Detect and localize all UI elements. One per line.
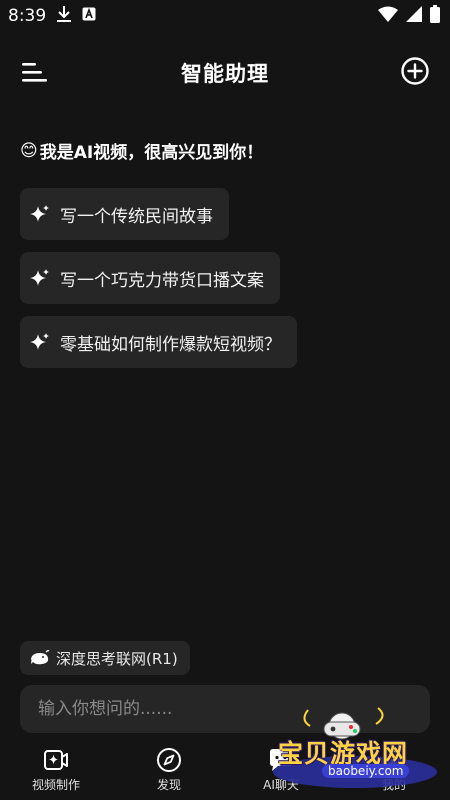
download-icon <box>56 5 72 28</box>
sparkle-icon <box>30 269 49 286</box>
nav-label: AI聊天 <box>263 778 299 792</box>
suggestion-label: 零基础如何制作爆款短视频？ <box>60 334 281 355</box>
suggestion-chip[interactable]: 写一个巧克力带货口播文案 <box>20 252 280 304</box>
greeting: 😊 我是AI视频，很高兴见到你！ <box>20 138 264 164</box>
page-title: 智能助理 <box>181 62 269 86</box>
battery-icon <box>430 4 440 28</box>
status-left: 8:39 <box>8 5 96 28</box>
nav-item-discover[interactable]: 发现 <box>124 742 214 793</box>
nav-item-ai-chat[interactable]: AI聊天 <box>236 742 326 793</box>
whale-icon <box>31 650 50 665</box>
deep-think-label: 深度思考联网(R1) <box>56 649 178 668</box>
nav-label: 发现 <box>156 778 181 792</box>
nav-label: 我的 <box>381 778 406 792</box>
compass-icon <box>157 748 181 772</box>
status-time: 8:39 <box>8 6 47 26</box>
suggestion-chip[interactable]: 写一个传统民间故事 <box>20 188 229 240</box>
chat-icon <box>270 749 292 771</box>
profile-icon <box>383 750 405 772</box>
sparkle-icon <box>30 333 49 350</box>
suggestion-chip[interactable]: 零基础如何制作爆款短视频？ <box>20 316 297 368</box>
app-notification-icon <box>82 6 96 26</box>
sparkle-icon <box>30 205 49 222</box>
nav-item-video-create[interactable]: 视频制作 <box>11 742 101 793</box>
greeting-text: 我是AI视频，很高兴见到你！ <box>39 143 264 163</box>
chat-input[interactable] <box>20 685 430 733</box>
wifi-icon <box>378 6 398 27</box>
nav-label: 视频制作 <box>31 778 80 792</box>
video-create-icon <box>44 750 68 770</box>
smile-emoji-icon: 😊 <box>20 140 38 161</box>
deep-think-toggle[interactable]: 深度思考联网(R1) <box>20 641 190 675</box>
nav-item-profile[interactable]: 我的 <box>349 742 439 793</box>
bottom-nav: 视频制作 发现 AI聊天 我的 <box>0 742 450 800</box>
status-bar: 8:39 <box>0 0 450 32</box>
header: 智能助理 <box>0 44 450 100</box>
plus-circle-icon <box>401 57 429 85</box>
signal-icon <box>406 5 422 27</box>
suggestion-label: 写一个传统民间故事 <box>60 206 213 227</box>
new-chat-button[interactable] <box>400 56 430 86</box>
suggestion-label: 写一个巧克力带货口播文案 <box>60 270 264 291</box>
status-right <box>378 4 440 28</box>
